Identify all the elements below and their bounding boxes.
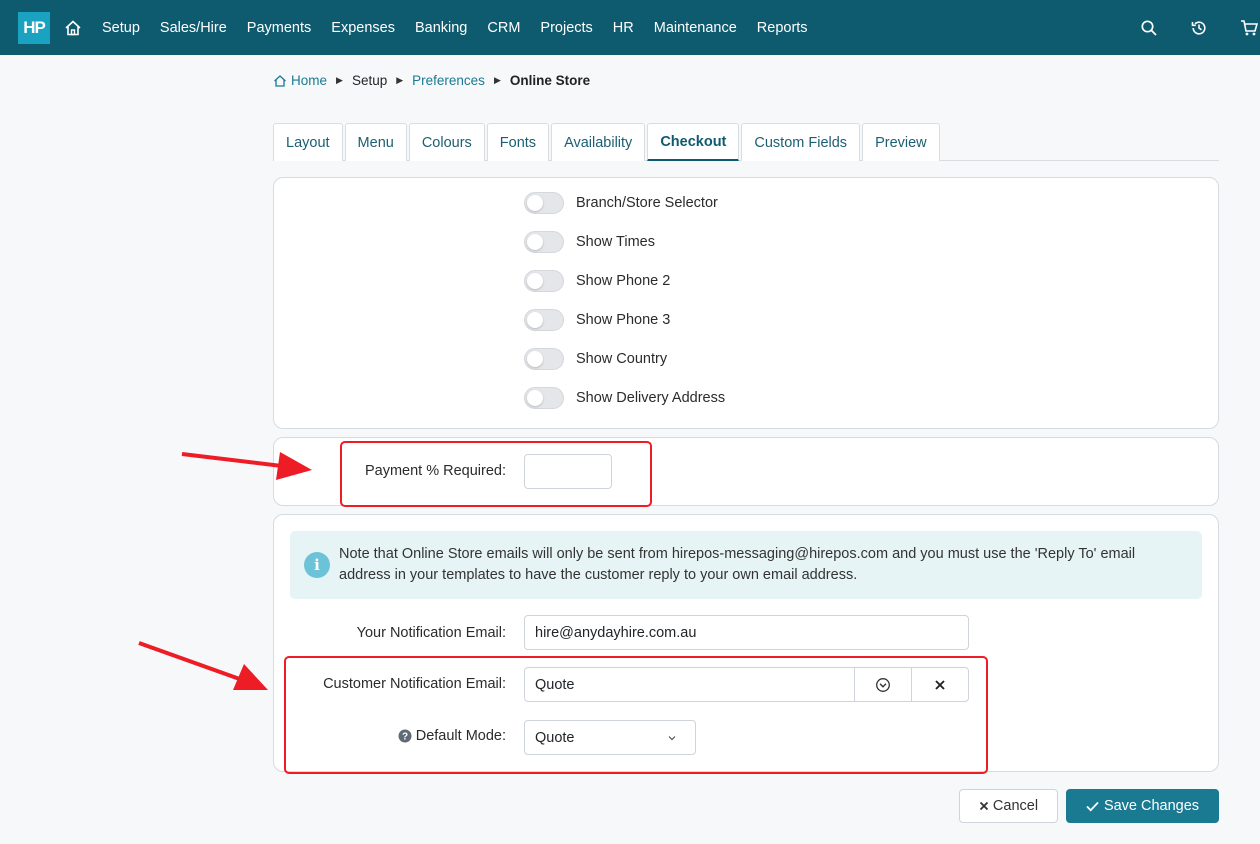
notification-email-input[interactable]: hire@anydayhire.com.au	[524, 615, 969, 650]
toggle-row-show-times: Show Times	[524, 231, 655, 253]
toggle-row-branch-store-selector: Branch/Store Selector	[524, 192, 718, 214]
arrow-icon	[138, 641, 268, 690]
show-country-toggle[interactable]	[524, 348, 564, 370]
check-icon	[1086, 801, 1099, 811]
nav-sales-hire[interactable]: Sales/Hire	[160, 20, 227, 36]
branch-store-selector-toggle[interactable]	[524, 192, 564, 214]
cancel-button-label: Cancel	[992, 798, 1039, 814]
app-logo[interactable]: HP	[18, 12, 50, 44]
save-changes-button-label: Save Changes	[1103, 798, 1200, 814]
toggle-row-show-country: Show Country	[524, 348, 667, 370]
toggle-row-show-phone-3: Show Phone 3	[524, 309, 670, 331]
save-changes-button[interactable]: Save Changes	[1066, 789, 1219, 823]
tab-menu[interactable]: Menu	[344, 123, 407, 161]
breadcrumb-current: Online Store	[509, 73, 591, 88]
close-icon	[979, 801, 989, 811]
top-navbar: HP Setup Sales/Hire Payments Expenses Ba…	[0, 0, 1260, 55]
info-icon: i	[304, 552, 330, 578]
tab-preview[interactable]: Preview	[862, 123, 940, 161]
breadcrumb-separator-icon: ▶	[493, 75, 501, 85]
breadcrumb-setup[interactable]: Setup	[352, 73, 387, 88]
search-icon[interactable]	[1140, 19, 1158, 37]
show-phone-3-toggle[interactable]	[524, 309, 564, 331]
main-nav: Setup Sales/Hire Payments Expenses Banki…	[102, 0, 828, 55]
tab-bar: Layout Menu Colours Fonts Availability C…	[273, 123, 1219, 161]
nav-maintenance[interactable]: Maintenance	[654, 20, 737, 36]
highlight-box-payment	[340, 441, 652, 507]
toggle-label: Show Delivery Address	[576, 390, 726, 406]
breadcrumb-preferences[interactable]: Preferences	[412, 73, 485, 88]
toggle-row-show-phone-2: Show Phone 2	[524, 270, 670, 292]
toggle-label: Show Phone 2	[576, 273, 671, 289]
toggle-row-show-delivery-address: Show Delivery Address	[524, 387, 725, 409]
toggle-label: Show Country	[576, 351, 668, 367]
highlight-box-customer-notification	[284, 656, 988, 774]
tab-colours[interactable]: Colours	[408, 123, 485, 161]
toggle-label: Branch/Store Selector	[576, 195, 718, 211]
tab-layout[interactable]: Layout	[273, 123, 343, 161]
toggle-label: Show Phone 3	[576, 312, 671, 328]
nav-reports[interactable]: Reports	[757, 20, 808, 36]
breadcrumb: Home ▶ Setup ▶ Preferences ▶ Online Stor…	[273, 73, 590, 88]
info-notice: i Note that Online Store emails will onl…	[290, 531, 1202, 599]
breadcrumb-separator-icon: ▶	[336, 75, 343, 85]
nav-payments[interactable]: Payments	[247, 20, 311, 36]
breadcrumb-home-icon[interactable]	[273, 74, 287, 88]
show-delivery-address-toggle[interactable]	[524, 387, 564, 409]
cancel-button[interactable]: Cancel	[959, 789, 1058, 823]
nav-hr[interactable]: HR	[613, 20, 634, 36]
toggle-label: Show Times	[576, 234, 655, 250]
cart-icon[interactable]	[1240, 19, 1258, 37]
toggles-card: Branch/Store Selector Show Times Show Ph…	[273, 177, 1219, 429]
notification-email-label: Your Notification Email:	[356, 625, 506, 641]
nav-setup[interactable]: Setup	[102, 20, 140, 36]
tab-availability[interactable]: Availability	[551, 123, 646, 161]
nav-projects[interactable]: Projects	[540, 20, 592, 36]
tab-custom-fields[interactable]: Custom Fields	[741, 123, 861, 161]
tab-checkout[interactable]: Checkout	[647, 123, 740, 161]
breadcrumb-separator-icon: ▶	[396, 75, 404, 85]
show-times-toggle[interactable]	[524, 231, 564, 253]
nav-banking[interactable]: Banking	[415, 20, 467, 36]
breadcrumb-home[interactable]: Home	[291, 73, 327, 88]
nav-crm[interactable]: CRM	[487, 20, 520, 36]
home-icon[interactable]	[64, 19, 82, 37]
info-notice-text: Note that Online Store emails will only …	[339, 546, 1136, 583]
history-icon[interactable]	[1190, 19, 1208, 37]
show-phone-2-toggle[interactable]	[524, 270, 564, 292]
nav-expenses[interactable]: Expenses	[331, 20, 395, 36]
tab-fonts[interactable]: Fonts	[486, 123, 550, 161]
